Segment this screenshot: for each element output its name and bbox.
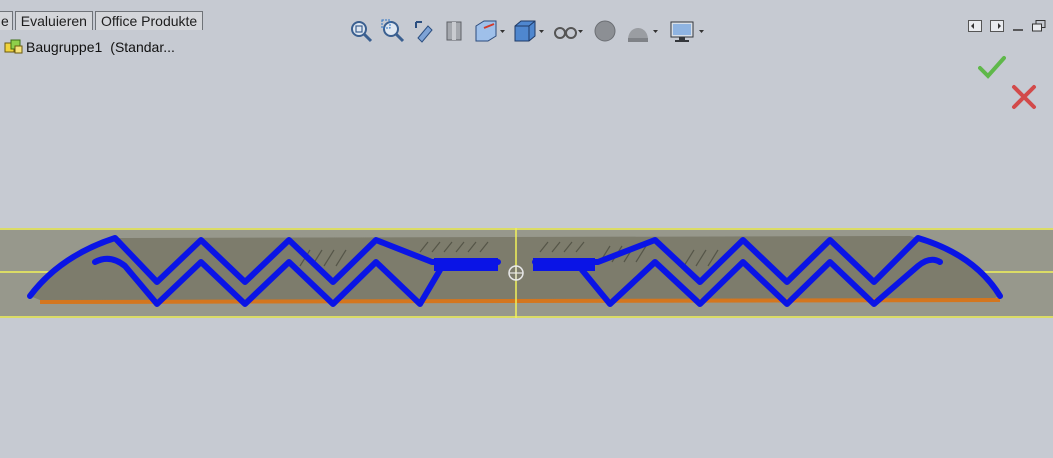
part-shading	[30, 236, 1000, 304]
graphics-viewport[interactable]	[0, 0, 1053, 458]
